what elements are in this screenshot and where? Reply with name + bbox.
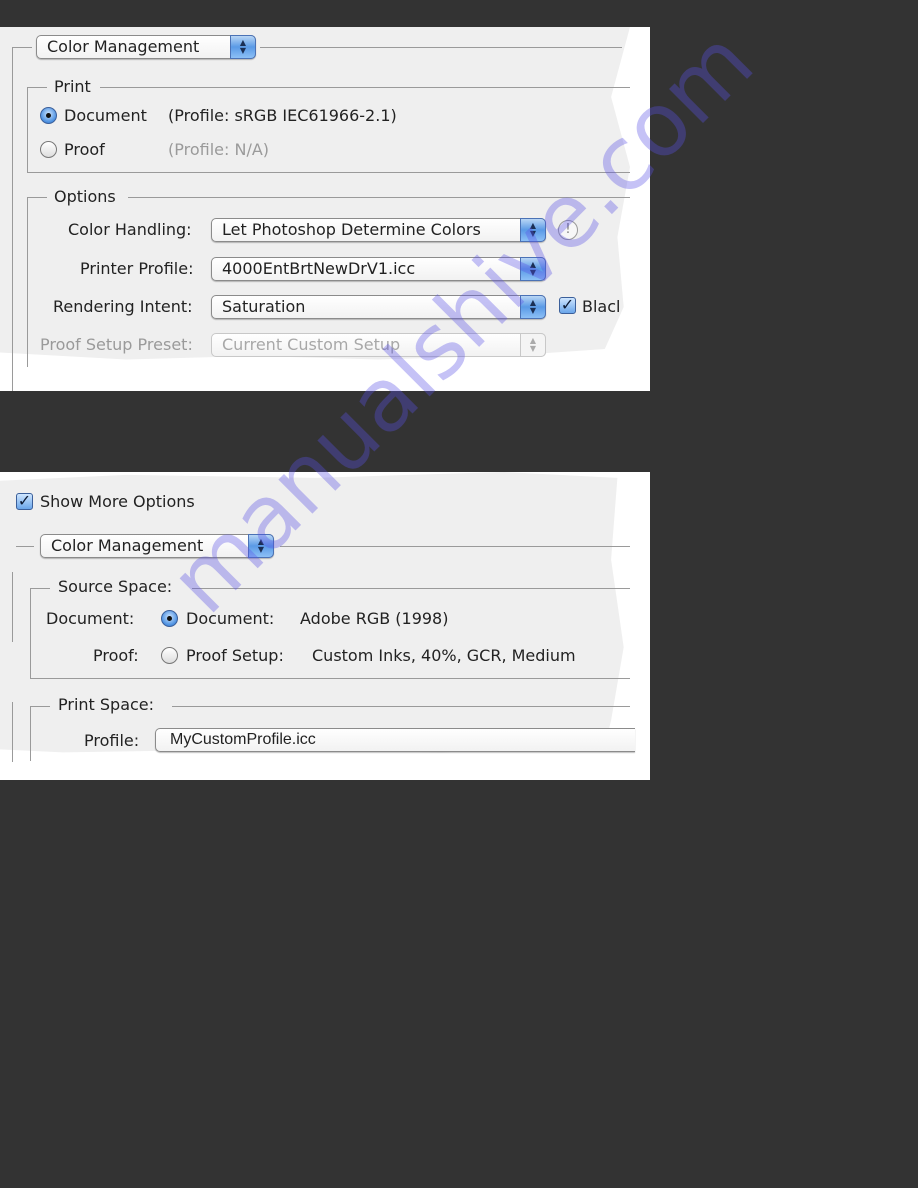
- divider: [30, 706, 31, 761]
- popup-arrows-icon: ▲ ▼: [248, 534, 274, 558]
- source-proof-value: Custom Inks, 40%, GCR, Medium: [312, 646, 576, 665]
- source-document-radio[interactable]: [161, 610, 178, 627]
- divider: [260, 47, 622, 48]
- proof-radio[interactable]: [40, 141, 57, 158]
- print-group-title: Print: [54, 77, 91, 96]
- divider: [172, 706, 630, 707]
- divider: [12, 702, 13, 762]
- section-popup[interactable]: Color Management ▲ ▼: [36, 35, 256, 59]
- proof-setup-preset-label: Proof Setup Preset:: [40, 335, 193, 354]
- divider: [30, 588, 50, 589]
- proof-profile-text: (Profile: N/A): [168, 140, 270, 159]
- popup-arrows-icon: ▲ ▼: [520, 295, 546, 319]
- print-space-title: Print Space:: [58, 695, 155, 714]
- divider: [192, 588, 630, 589]
- divider: [27, 87, 28, 172]
- popup-arrows-icon: ▲ ▼: [520, 333, 546, 357]
- proof-setup-preset-select: Current Custom Setup ▲ ▼: [211, 333, 546, 357]
- popup-arrows-icon: ▲ ▼: [520, 257, 546, 281]
- rendering-intent-select[interactable]: Saturation ▲ ▼: [211, 295, 546, 319]
- proof-row-label: Proof:: [93, 646, 139, 665]
- source-proof-option[interactable]: Proof Setup:: [186, 646, 284, 666]
- show-more-options-label[interactable]: Show More Options: [40, 492, 195, 512]
- options-group-title: Options: [54, 187, 116, 206]
- source-space-title: Source Space:: [58, 577, 173, 596]
- popup-arrows-icon: ▲ ▼: [230, 35, 256, 59]
- divider: [30, 706, 50, 707]
- rendering-intent-value: Saturation: [222, 297, 306, 316]
- document-radio-label[interactable]: Document: [64, 106, 147, 126]
- divider: [280, 546, 630, 547]
- section-popup[interactable]: Color Management ▲ ▼: [40, 534, 274, 558]
- printer-profile-label: Printer Profile:: [80, 259, 194, 278]
- divider: [30, 678, 630, 679]
- print-color-management-panel: Color Management ▲ ▼ Print Document (Prof…: [0, 27, 650, 391]
- divider: [30, 588, 31, 678]
- divider: [27, 197, 47, 198]
- color-handling-select[interactable]: Let Photoshop Determine Colors ▲ ▼: [211, 218, 546, 242]
- rendering-intent-label: Rendering Intent:: [53, 297, 193, 316]
- printer-profile-value: 4000EntBrtNewDrV1.icc: [222, 259, 416, 278]
- black-point-label[interactable]: Blacl: [582, 297, 620, 317]
- document-radio[interactable]: [40, 107, 57, 124]
- print-more-options-panel: ✓ Show More Options Color Management ▲ ▼ …: [0, 472, 650, 780]
- divider: [27, 197, 28, 367]
- print-space-profile-select[interactable]: MyCustomProfile.icc: [155, 728, 635, 752]
- print-space-profile-value: MyCustomProfile.icc: [170, 731, 316, 748]
- source-document-value: Adobe RGB (1998): [300, 609, 449, 628]
- show-more-options-checkbox[interactable]: ✓: [16, 493, 33, 510]
- divider: [12, 572, 13, 642]
- divider: [16, 546, 34, 547]
- printer-profile-select[interactable]: 4000EntBrtNewDrV1.icc ▲ ▼: [211, 257, 546, 281]
- proof-radio-label[interactable]: Proof: [64, 140, 105, 160]
- divider: [27, 87, 47, 88]
- document-profile-text: (Profile: sRGB IEC61966-2.1): [168, 106, 397, 125]
- divider: [27, 172, 630, 173]
- source-document-option[interactable]: Document:: [186, 609, 274, 629]
- divider: [100, 87, 630, 88]
- section-popup-value: Color Management: [47, 37, 200, 56]
- document-row-label: Document:: [46, 609, 135, 628]
- warning-icon[interactable]: !: [558, 220, 578, 240]
- divider: [12, 47, 13, 391]
- section-popup-value: Color Management: [51, 536, 204, 555]
- divider: [12, 47, 32, 48]
- popup-arrows-icon: ▲ ▼: [520, 218, 546, 242]
- black-point-checkbox[interactable]: ✓: [559, 297, 576, 314]
- proof-setup-preset-value: Current Custom Setup: [222, 335, 401, 354]
- color-handling-value: Let Photoshop Determine Colors: [222, 220, 481, 239]
- color-handling-label: Color Handling:: [68, 220, 192, 239]
- profile-label: Profile:: [84, 731, 140, 750]
- source-proof-radio[interactable]: [161, 647, 178, 664]
- divider: [128, 197, 630, 198]
